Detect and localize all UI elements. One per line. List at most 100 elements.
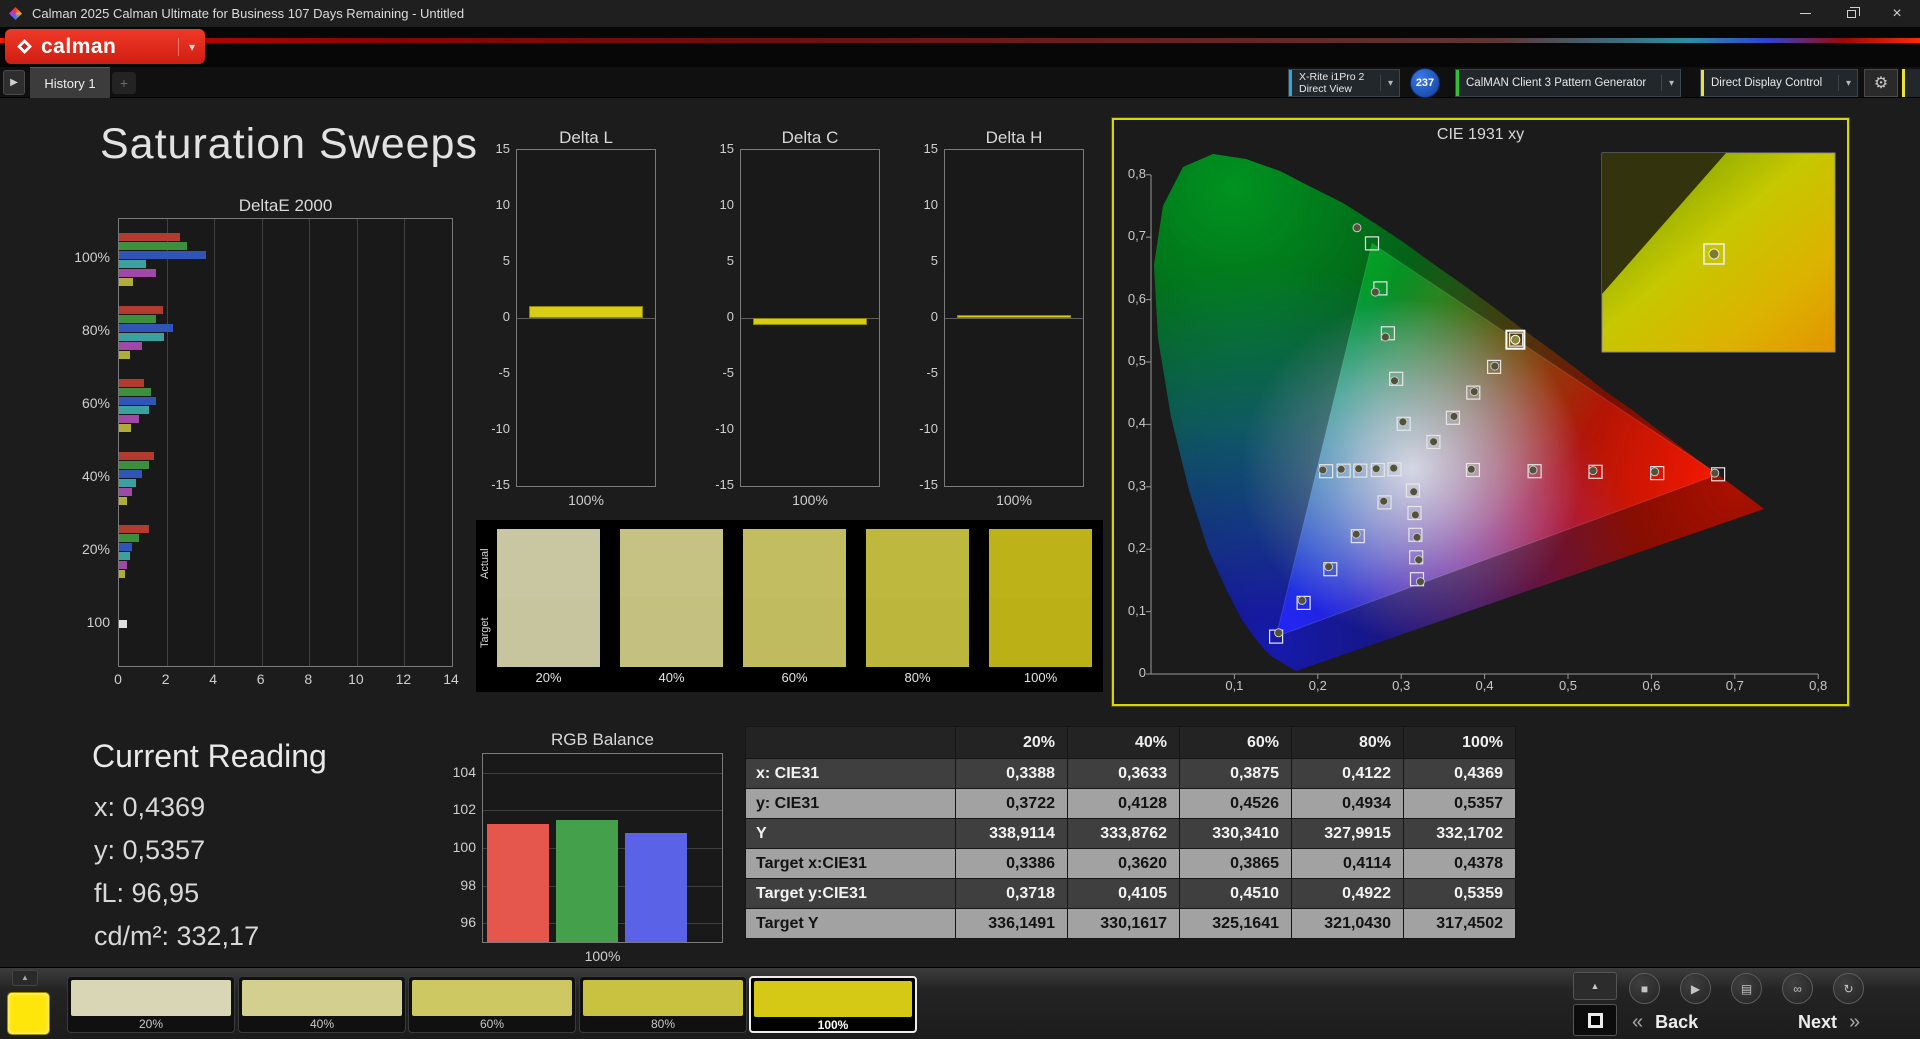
back-button[interactable]: « Back bbox=[1632, 1007, 1744, 1037]
tab-history-1[interactable]: History 1 bbox=[30, 67, 110, 98]
zero-gridline bbox=[517, 318, 655, 319]
deltae-bar bbox=[119, 461, 149, 469]
axis-tick-label: 2 bbox=[154, 671, 178, 687]
table-row-label: Y bbox=[746, 819, 956, 849]
delta-bar bbox=[529, 306, 643, 318]
back-chevron-icon: « bbox=[1632, 1011, 1643, 1034]
deltae-bar bbox=[119, 351, 130, 359]
table-cell: 0,4114 bbox=[1292, 849, 1404, 879]
axis-tick-label: 15 bbox=[468, 141, 510, 156]
target-patch bbox=[989, 598, 1092, 667]
gridline bbox=[309, 219, 310, 666]
workflow-nav-button[interactable]: ▶ bbox=[3, 70, 25, 95]
close-button[interactable]: × bbox=[1874, 0, 1920, 27]
cyan-measured-point bbox=[1319, 466, 1327, 474]
pattern-window-button[interactable] bbox=[1573, 1004, 1617, 1036]
table-cell: 0,3875 bbox=[1180, 759, 1292, 789]
table-column-header: 40% bbox=[1068, 727, 1180, 759]
pattern-level-button-40%[interactable]: 40% bbox=[238, 976, 406, 1033]
rgb-balance-y-axis: 1041021009896 bbox=[434, 753, 476, 943]
axis-tick-label: -15 bbox=[692, 477, 734, 492]
zero-gridline bbox=[945, 318, 1083, 319]
deltae-bar bbox=[119, 452, 154, 460]
swatch-label: 40% bbox=[242, 1017, 402, 1031]
table-cell: 330,1617 bbox=[1068, 909, 1180, 939]
deltae-y-axis: 100%80%60%40%20%100 bbox=[50, 218, 110, 667]
axis-tick-label: 12 bbox=[391, 671, 415, 687]
restore-button[interactable] bbox=[1828, 0, 1874, 27]
delta-h-plot bbox=[944, 149, 1084, 487]
axis-tick-label: 15 bbox=[896, 141, 938, 156]
axis-tick-label: 10 bbox=[896, 197, 938, 212]
swatch-color bbox=[754, 981, 912, 1017]
deltae-bar bbox=[119, 406, 149, 414]
results-table: 20%40%60%80%100% x: CIE310,33880,36330,3… bbox=[745, 726, 1516, 939]
axis-tick-label: 4 bbox=[201, 671, 225, 687]
gridline bbox=[483, 773, 722, 774]
deltae-bar bbox=[119, 497, 127, 505]
axis-tick-label: 8 bbox=[296, 671, 320, 687]
minimize-button[interactable] bbox=[1782, 0, 1828, 27]
patch-comparison-panel: Actual Target 20%40%60%80%100% bbox=[476, 520, 1103, 692]
new-tab-button[interactable]: + bbox=[112, 72, 136, 94]
chevron-down-icon[interactable]: ▾ bbox=[178, 38, 195, 56]
pattern-level-button-20%[interactable]: 20% bbox=[67, 976, 235, 1033]
refresh-button[interactable]: ↻ bbox=[1833, 973, 1864, 1004]
loop-icon: ∞ bbox=[1793, 982, 1802, 996]
table-row: y: CIE310,37220,41280,45260,49340,5357 bbox=[746, 789, 1516, 819]
meter-mode: Direct View bbox=[1299, 83, 1364, 95]
pattern-generator-dropdown[interactable]: CalMAN Client 3 Pattern Generator ▾ bbox=[1455, 69, 1681, 97]
axis-tick-label: 0 bbox=[106, 671, 130, 687]
pattern-level-button-80%[interactable]: 80% bbox=[579, 976, 747, 1033]
table-cell: 0,4378 bbox=[1404, 849, 1516, 879]
magenta-measured-point bbox=[1411, 511, 1419, 519]
collapse-controls-button[interactable]: ▲ bbox=[1573, 972, 1617, 1000]
window-controls: × bbox=[1782, 0, 1920, 27]
edge-panel-stub[interactable] bbox=[1902, 69, 1920, 97]
minimize-icon bbox=[1800, 13, 1811, 14]
deltae-bar bbox=[119, 552, 130, 560]
axis-tick-label: 5 bbox=[468, 253, 510, 268]
calman-menu-button[interactable]: calman ▾ bbox=[5, 29, 205, 64]
blue-measured-point bbox=[1380, 497, 1388, 505]
axis-tick-label: -15 bbox=[896, 477, 938, 492]
table-row: Target Y336,1491330,1617325,1641321,0430… bbox=[746, 909, 1516, 939]
table-cell: 0,4369 bbox=[1404, 759, 1516, 789]
table-column-header: 20% bbox=[956, 727, 1068, 759]
axis-tick-label: 104 bbox=[434, 764, 476, 780]
target-patch bbox=[620, 598, 723, 667]
delta-c-y-axis: 151050-5-10-15 bbox=[692, 149, 734, 487]
pattern-level-button-60%[interactable]: 60% bbox=[408, 976, 576, 1033]
calman-logo-text: calman bbox=[41, 35, 116, 59]
red-balance-bar bbox=[487, 824, 549, 942]
settings-button[interactable]: ⚙ bbox=[1864, 69, 1898, 97]
deltae-bar bbox=[119, 570, 125, 578]
blue-measured-point bbox=[1352, 530, 1360, 538]
table-column-header: 80% bbox=[1292, 727, 1404, 759]
continuous-measure-button[interactable]: ∞ bbox=[1782, 973, 1813, 1004]
display-control-dropdown[interactable]: Direct Display Control ▾ bbox=[1700, 69, 1858, 97]
refresh-icon: ↻ bbox=[1843, 982, 1853, 996]
deltae-bar bbox=[119, 397, 156, 405]
table-row: x: CIE310,33880,36330,38750,41220,4369 bbox=[746, 759, 1516, 789]
swatch-label: 60% bbox=[412, 1017, 572, 1031]
yellow-measured-point bbox=[1470, 388, 1478, 396]
next-label: Next bbox=[1798, 1012, 1837, 1033]
patch-label: 20% bbox=[497, 670, 600, 685]
deltae-bar bbox=[119, 342, 142, 350]
table-cell: 336,1491 bbox=[956, 909, 1068, 939]
deltae-bar bbox=[119, 379, 144, 387]
table-row-label: x: CIE31 bbox=[746, 759, 956, 789]
swatch-label: 80% bbox=[583, 1017, 743, 1031]
play-button[interactable]: ▶ bbox=[1680, 973, 1711, 1004]
deltae-bar bbox=[119, 278, 133, 286]
table-cell: 0,4510 bbox=[1180, 879, 1292, 909]
next-button[interactable]: Next » bbox=[1798, 1007, 1910, 1037]
pattern-control-bar: ▲ 20%40%60%80%100% ▲ ■ ▶ ▤ ∞ ↻ « Back Ne… bbox=[0, 967, 1920, 1039]
meter-dropdown[interactable]: X-Rite i1Pro 2 Direct View ▾ bbox=[1288, 69, 1400, 97]
swatch-color bbox=[412, 980, 572, 1016]
red-measured-point bbox=[1467, 465, 1475, 473]
save-button[interactable]: ▤ bbox=[1731, 973, 1762, 1004]
pattern-level-button-100%[interactable]: 100% bbox=[749, 976, 917, 1033]
stop-button[interactable]: ■ bbox=[1629, 973, 1660, 1004]
